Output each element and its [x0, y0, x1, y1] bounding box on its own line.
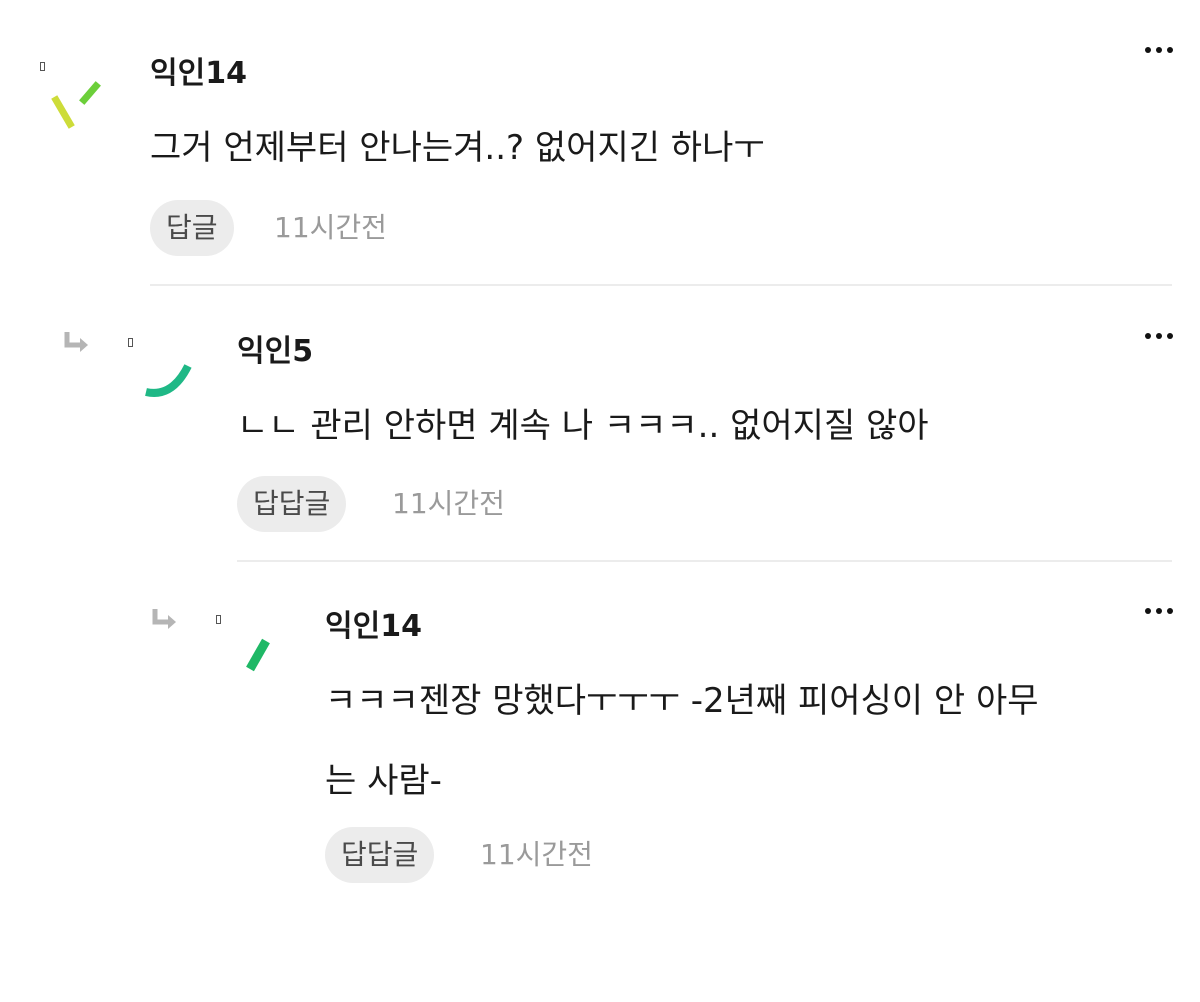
- comment-timestamp: 11시간전: [274, 211, 387, 244]
- more-options-icon[interactable]: [1136, 40, 1182, 60]
- avatar: [145, 364, 192, 397]
- comment-author[interactable]: 익인5: [237, 332, 313, 372]
- comment-timestamp: 11시간전: [480, 838, 593, 871]
- comment-reply-item: 익인14 ㅋㅋㅋ젠장 망했다ㅜㅜㅜ -2년째 피어싱이 안 아무 는 사람- 답…: [0, 565, 1200, 895]
- divider: [237, 560, 1172, 562]
- divider: [150, 284, 1172, 286]
- avatar: [246, 638, 270, 672]
- reply-arrow-icon: [64, 332, 88, 352]
- comment-text: 그거 언제부터 안나는겨..? 없어지긴 하나ㅜ: [150, 128, 765, 168]
- comment-author[interactable]: 익인14: [150, 54, 247, 94]
- comment-text: ㄴㄴ 관리 안하면 계속 나 ㅋㅋㅋ.. 없어지질 않아: [237, 406, 929, 446]
- small-badge-icon: [40, 62, 45, 71]
- reply-button[interactable]: 답답글: [237, 476, 347, 532]
- reply-arrow-icon: [152, 609, 176, 629]
- comment-author[interactable]: 익인14: [325, 607, 422, 647]
- small-badge-icon: [216, 615, 221, 624]
- small-badge-icon: [128, 338, 133, 347]
- comment-text-line-1: ㅋㅋㅋ젠장 망했다ㅜㅜㅜ -2년째 피어싱이 안 아무: [325, 681, 1039, 721]
- comment-timestamp: 11시간전: [392, 487, 505, 520]
- comment-item: 익인14 그거 언제부터 안나는겨..? 없어지긴 하나ㅜ 답글 11시간전: [0, 0, 1200, 290]
- comment-thread: 익인14 그거 언제부터 안나는겨..? 없어지긴 하나ㅜ 답글 11시간전 익…: [0, 0, 1200, 1002]
- comment-reply-item: 익인5 ㄴㄴ 관리 안하면 계속 나 ㅋㅋㅋ.. 없어지질 않아 답답글 11시…: [0, 290, 1200, 565]
- more-options-icon[interactable]: [1136, 326, 1182, 346]
- reply-button[interactable]: 답글: [150, 200, 234, 256]
- more-options-icon[interactable]: [1136, 601, 1182, 621]
- reply-button[interactable]: 답답글: [325, 827, 435, 883]
- avatar: [51, 81, 101, 129]
- comment-text-line-2: 는 사람-: [325, 761, 442, 801]
